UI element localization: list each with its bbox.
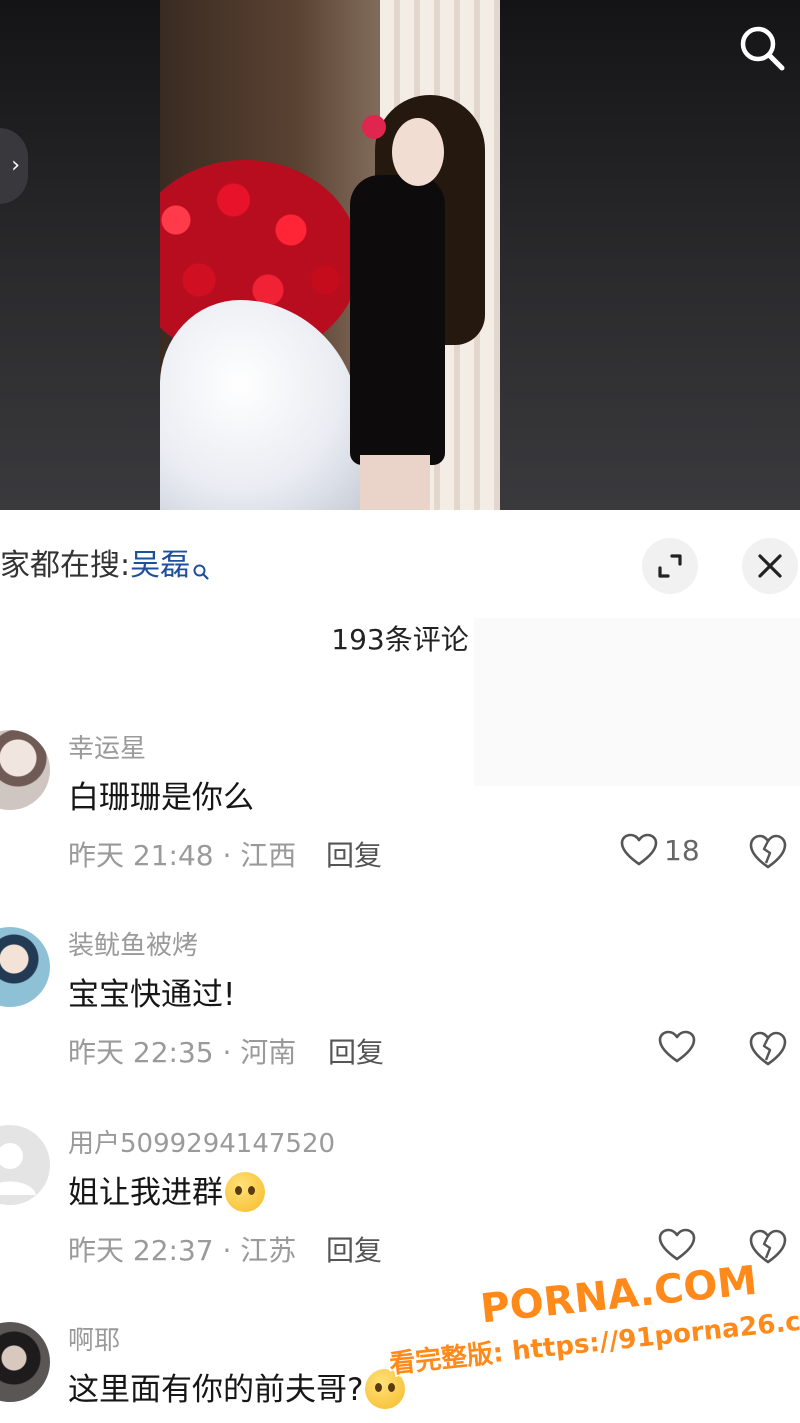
avatar[interactable] — [0, 927, 50, 1007]
heart-icon — [658, 1228, 696, 1261]
comment-username[interactable]: 啊耶 — [68, 1320, 120, 1357]
expand-icon — [658, 554, 682, 578]
comment-text: 姐让我进群 — [68, 1167, 265, 1215]
hot-search-prefix: 家都在搜: — [0, 548, 131, 583]
search-icon[interactable] — [734, 20, 790, 76]
close-icon — [758, 554, 782, 578]
small-search-icon — [192, 552, 210, 592]
like-button[interactable] — [658, 1225, 696, 1265]
avatar[interactable] — [0, 1322, 50, 1402]
comment-item: 幸运星 白珊珊是你么 昨天 21:48 · 江西 回复 18 — [0, 718, 800, 908]
hot-search-keyword[interactable]: 吴磊 — [130, 548, 190, 583]
comment-count-title: 193条评论 — [331, 623, 469, 656]
broken-heart-icon — [749, 834, 787, 869]
comment-username[interactable]: 用户5099294147520 — [68, 1123, 335, 1160]
default-avatar-icon[interactable] — [0, 1125, 50, 1205]
hair-flower — [362, 115, 386, 139]
expand-button[interactable] — [642, 538, 698, 594]
reply-button[interactable]: 回复 — [326, 834, 382, 874]
comment-item: 装鱿鱼被烤 宝宝快通过! 昨天 22:35 · 河南 回复 — [0, 915, 800, 1105]
like-button[interactable]: 18 — [620, 830, 700, 870]
comment-meta: 昨天 22:37 · 江苏 — [68, 1234, 297, 1267]
woman-face — [392, 118, 444, 186]
like-count: 18 — [664, 833, 700, 867]
comment-username[interactable]: 幸运星 — [68, 728, 146, 765]
comment-text: 宝宝快通过! — [68, 977, 236, 1013]
like-button[interactable] — [658, 1027, 696, 1067]
reply-button[interactable]: 回复 — [326, 1229, 382, 1269]
comment-text-body: 姐让我进群 — [68, 1175, 223, 1211]
comment-meta: 昨天 21:48 · 江西 — [68, 839, 297, 872]
comment-text: 白珊珊是你么 — [68, 780, 254, 816]
reply-button[interactable]: 回复 — [328, 1031, 384, 1071]
video-frame-image — [160, 0, 500, 510]
dislike-button[interactable] — [748, 832, 788, 872]
bouquet-wrapping — [160, 300, 360, 510]
dislike-button[interactable] — [748, 1029, 788, 1069]
pleading-face-emoji-icon — [225, 1171, 265, 1212]
chevron-right-icon[interactable]: › — [0, 128, 28, 204]
woman-dress — [350, 175, 445, 465]
hot-search-bar[interactable]: 家都在搜:吴磊 — [0, 546, 210, 586]
comment-meta: 昨天 22:35 · 河南 — [68, 1036, 297, 1069]
close-button[interactable] — [742, 538, 798, 594]
video-player[interactable]: › — [0, 0, 800, 510]
heart-icon — [658, 1030, 696, 1063]
comment-username[interactable]: 装鱿鱼被烤 — [68, 925, 198, 962]
woman-legs — [360, 455, 430, 510]
heart-icon — [620, 833, 658, 866]
comment-text: 这里面有你的前夫哥? — [68, 1364, 406, 1412]
comment-text-body: 这里面有你的前夫哥? — [68, 1372, 364, 1408]
avatar[interactable] — [0, 730, 50, 810]
broken-heart-icon — [749, 1031, 787, 1066]
